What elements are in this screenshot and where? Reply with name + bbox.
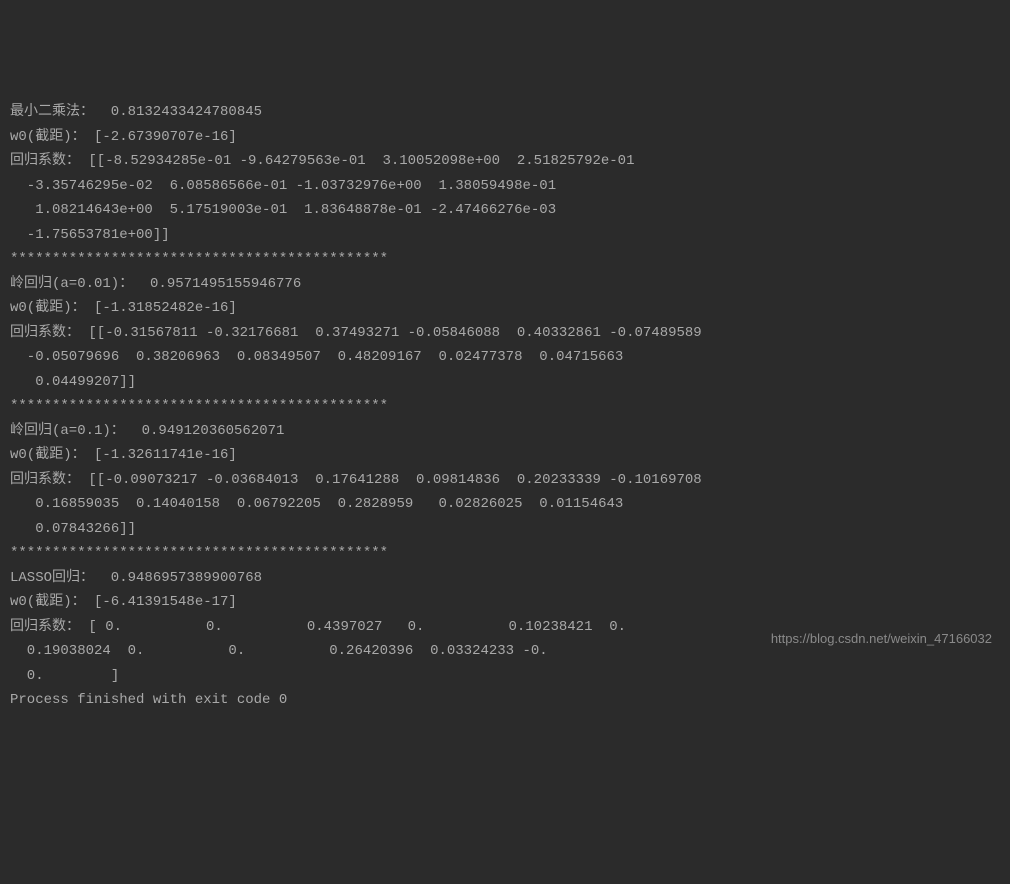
console-line: 0. ] [10,664,1000,689]
console-line: 1.08214643e+00 5.17519003e-01 1.83648878… [10,198,1000,223]
console-line: -1.75653781e+00]] [10,223,1000,248]
console-line: 岭回归(a=0.1)： 0.949120360562071 [10,419,1000,444]
console-line: w0(截距)： [-1.31852482e-16] [10,296,1000,321]
console-line: 回归系数： [[-0.09073217 -0.03684013 0.176412… [10,468,1000,493]
console-line: w0(截距)： [-2.67390707e-16] [10,125,1000,150]
console-line: 0.04499207]] [10,370,1000,395]
console-line: 回归系数： [[-0.31567811 -0.32176681 0.374932… [10,321,1000,346]
watermark-text: https://blog.csdn.net/weixin_47166032 [771,628,992,651]
console-line: 岭回归(a=0.01)： 0.9571495155946776 [10,272,1000,297]
console-line: 最小二乘法： 0.8132433424780845 [10,100,1000,125]
console-line: LASSO回归： 0.9486957389900768 [10,566,1000,591]
console-line: 0.07843266]] [10,517,1000,542]
console-line: -3.35746295e-02 6.08586566e-01 -1.037329… [10,174,1000,199]
console-line: ****************************************… [10,394,1000,419]
console-line: w0(截距)： [-1.32611741e-16] [10,443,1000,468]
console-line: w0(截距)： [-6.41391548e-17] [10,590,1000,615]
console-line: 0.16859035 0.14040158 0.06792205 0.28289… [10,492,1000,517]
console-line: ****************************************… [10,247,1000,272]
console-line: -0.05079696 0.38206963 0.08349507 0.4820… [10,345,1000,370]
console-line: Process finished with exit code 0 [10,688,1000,713]
console-line: ****************************************… [10,541,1000,566]
console-output: 最小二乘法： 0.8132433424780845w0(截距)： [-2.673… [10,100,1000,713]
console-line: 回归系数： [[-8.52934285e-01 -9.64279563e-01 … [10,149,1000,174]
